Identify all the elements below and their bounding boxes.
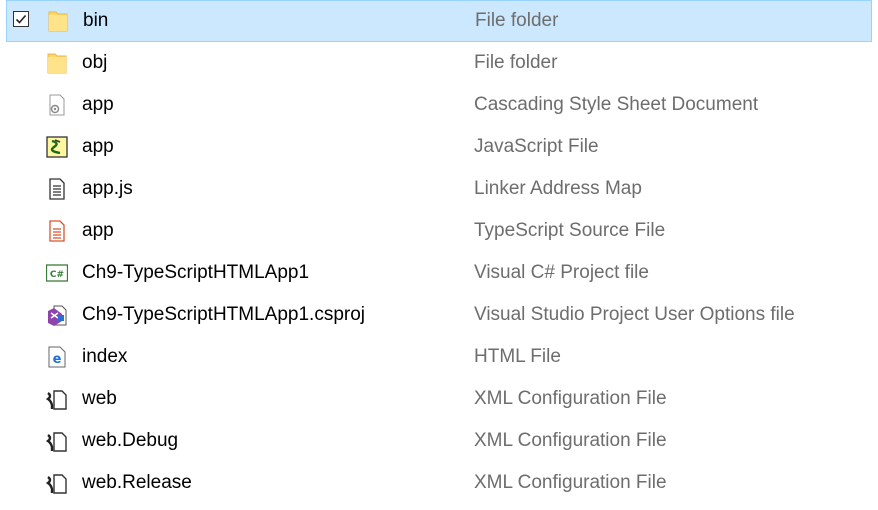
checkbox-icon[interactable] [13, 11, 29, 27]
file-row-csproj[interactable]: C# Ch9-TypeScriptHTMLApp1 Visual C# Proj… [0, 252, 878, 294]
file-type: File folder [475, 10, 559, 31]
file-row-app-js-map[interactable]: app.js Linker Address Map [0, 168, 878, 210]
file-type: XML Configuration File [474, 388, 667, 409]
file-row-csproj-user[interactable]: Ch9-TypeScriptHTMLApp1.csproj Visual Stu… [0, 294, 878, 336]
file-type: HTML File [474, 346, 561, 367]
file-row-web-release[interactable]: web.Release XML Configuration File [0, 462, 878, 504]
file-type: XML Configuration File [474, 472, 667, 493]
file-name[interactable]: app [82, 220, 114, 242]
file-name[interactable]: Ch9-TypeScriptHTMLApp1.csproj [82, 304, 365, 326]
file-row-web-config[interactable]: web XML Configuration File [0, 378, 878, 420]
svg-text:e: e [53, 352, 62, 367]
typescript-file-icon [46, 219, 68, 243]
file-type: Visual C# Project file [474, 262, 649, 283]
file-name[interactable]: app [82, 94, 114, 116]
javascript-file-icon [46, 135, 68, 159]
folder-icon [47, 9, 69, 33]
file-name[interactable]: Ch9-TypeScriptHTMLApp1 [82, 262, 309, 284]
file-name[interactable]: app.js [82, 178, 133, 200]
file-row-web-debug[interactable]: web.Debug XML Configuration File [0, 420, 878, 462]
file-row-app-css[interactable]: app Cascading Style Sheet Document [0, 84, 878, 126]
file-name[interactable]: index [82, 346, 127, 368]
vs-user-options-icon [46, 303, 68, 327]
file-name[interactable]: web.Release [82, 472, 192, 494]
file-name[interactable]: web [82, 388, 117, 410]
xml-config-icon [45, 387, 68, 411]
file-row-obj[interactable]: obj File folder [0, 42, 878, 84]
file-name[interactable]: app [82, 136, 114, 158]
file-type: Linker Address Map [474, 178, 642, 199]
file-row-app-ts[interactable]: app TypeScript Source File [0, 210, 878, 252]
css-file-icon [46, 93, 68, 117]
file-type: Cascading Style Sheet Document [474, 94, 759, 115]
html-file-icon: e [46, 345, 68, 369]
file-name[interactable]: bin [83, 10, 108, 32]
file-type: File folder [474, 52, 558, 73]
csharp-project-icon: C# [45, 261, 69, 285]
text-file-icon [46, 177, 68, 201]
file-name[interactable]: web.Debug [82, 430, 178, 452]
file-type: TypeScript Source File [474, 220, 666, 241]
xml-config-icon [45, 429, 68, 453]
xml-config-icon [45, 471, 68, 495]
file-type: Visual Studio Project User Options file [474, 304, 795, 325]
folder-icon [46, 51, 68, 75]
file-name[interactable]: obj [82, 52, 107, 74]
file-row-bin[interactable]: bin File folder [6, 0, 872, 42]
file-list: bin File folder obj File folder app Casc… [0, 0, 878, 504]
file-type: XML Configuration File [474, 430, 667, 451]
svg-text:C#: C# [50, 270, 64, 280]
file-row-index-html[interactable]: e index HTML File [0, 336, 878, 378]
file-row-app-js[interactable]: app JavaScript File [0, 126, 878, 168]
file-type: JavaScript File [474, 136, 599, 157]
